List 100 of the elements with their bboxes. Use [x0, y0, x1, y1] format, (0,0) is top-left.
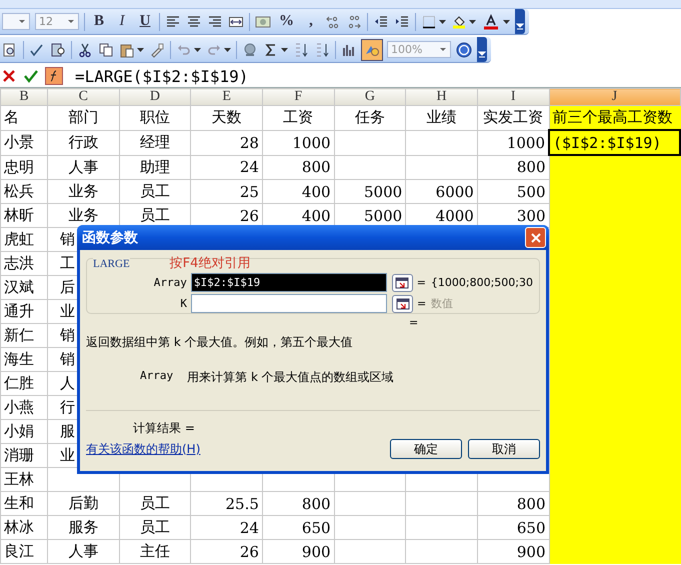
- table-cell: 员工: [140, 206, 170, 224]
- column-title: 工资: [283, 108, 314, 126]
- table-cell: 650: [516, 518, 546, 536]
- table-cell: 400: [302, 182, 331, 200]
- table-cell: 生和: [4, 494, 34, 512]
- table-cell: 人事: [68, 158, 98, 176]
- table-cell: 900: [516, 542, 546, 560]
- column-title: 业绩: [426, 108, 457, 126]
- table-cell: 服: [60, 422, 75, 440]
- table-cell: 销: [60, 326, 75, 344]
- argument-result: {1000;800;500;30: [430, 276, 534, 289]
- table-cell: 26: [240, 206, 259, 224]
- table-cell: 销: [60, 230, 75, 248]
- table-cell: 助理: [140, 158, 170, 176]
- function-result: =: [409, 316, 420, 330]
- table-cell: 林昕: [4, 206, 34, 224]
- format-button[interactable]: U: [136, 12, 154, 32]
- table-cell: 1000: [292, 134, 331, 152]
- argument-description: 用来计算第 k 个最大值点的数组或区域: [187, 369, 394, 386]
- table-cell: 志洪: [4, 254, 34, 272]
- table-cell: 后勤: [68, 494, 98, 512]
- column-header[interactable]: E: [190, 88, 262, 106]
- table-cell: 王林: [4, 470, 34, 488]
- table-cell: 28: [240, 134, 259, 152]
- annotation-text: 按F4绝对引用: [170, 255, 250, 272]
- column-header[interactable]: J: [549, 88, 680, 106]
- column-header[interactable]: B: [0, 88, 48, 106]
- table-cell: 1000: [506, 134, 545, 152]
- column-header[interactable]: I: [477, 88, 549, 106]
- column-header[interactable]: H: [406, 88, 478, 106]
- table-cell: 业务: [68, 206, 98, 224]
- format-button[interactable]: B: [90, 12, 108, 32]
- table-cell: 500: [516, 182, 546, 200]
- table-cell: 小娟: [4, 422, 34, 440]
- table-cell: 800: [302, 158, 331, 176]
- column-header[interactable]: C: [48, 88, 120, 106]
- column-title: 部门: [68, 108, 98, 126]
- table-cell[interactable]: 前三个最高工资数: [549, 106, 680, 130]
- column-header[interactable]: F: [262, 88, 334, 106]
- table-cell: 800: [302, 494, 331, 512]
- table-cell: 良江: [4, 542, 34, 560]
- table-cell: 4000: [436, 206, 474, 224]
- dialog-title: 函数参数: [82, 228, 138, 246]
- equals-sign: =: [416, 276, 426, 289]
- table-cell: 人: [60, 374, 75, 392]
- table-cell: 800: [516, 158, 546, 176]
- format-button[interactable]: I: [113, 12, 131, 32]
- table-cell: 300: [516, 206, 546, 224]
- table-cell: 400: [302, 206, 331, 224]
- table-cell: 海生: [4, 350, 34, 368]
- formula-text[interactable]: =LARGE($I$2:$I$19): [75, 66, 248, 86]
- table-cell: 650: [302, 518, 331, 536]
- column-header[interactable]: G: [334, 88, 406, 106]
- table-cell: 忠明: [4, 158, 34, 176]
- column-header[interactable]: D: [119, 88, 191, 106]
- table-cell: 销: [60, 350, 75, 368]
- table-cell: 消珊: [4, 446, 34, 464]
- table-cell: 员工: [140, 518, 170, 536]
- formula-result: 计算结果 =: [133, 420, 196, 437]
- table-cell: 24: [240, 518, 259, 536]
- table-cell: 新仁: [4, 326, 34, 344]
- table-cell: 业: [60, 446, 75, 464]
- table-cell: 25.5: [226, 494, 259, 512]
- table-cell: 松兵: [4, 182, 34, 200]
- table-cell: 业: [60, 302, 75, 320]
- column-title: 名: [4, 108, 19, 126]
- table-cell: 后: [60, 278, 75, 296]
- table-cell: 小燕: [4, 398, 34, 416]
- table-cell: 25: [240, 182, 259, 200]
- table-cell: 林冰: [4, 518, 34, 536]
- table-cell: 6000: [436, 182, 474, 200]
- equals-sign: =: [417, 297, 426, 310]
- argument-field[interactable]: $I$2:$I$19: [190, 273, 387, 292]
- table-cell: 26: [240, 542, 259, 560]
- table-cell: 人事: [68, 542, 98, 560]
- argument-label: K: [179, 297, 188, 310]
- table-cell: 24: [240, 158, 259, 176]
- table-cell: 经理: [140, 133, 170, 151]
- table-cell: 员工: [140, 182, 170, 200]
- table-cell: 虎虹: [4, 230, 34, 248]
- active-cell[interactable]: ($I$2:$I$19): [549, 130, 680, 155]
- table-cell: 工: [60, 254, 75, 272]
- argument-label: Array: [152, 276, 188, 289]
- dialog-button[interactable]: 取消: [468, 439, 540, 459]
- argument-name: Array: [140, 369, 174, 384]
- table-cell: 仁胜: [4, 374, 34, 392]
- format-button[interactable]: ,: [302, 12, 320, 32]
- table-cell: 通升: [4, 302, 34, 320]
- table-cell: 主任: [140, 542, 170, 560]
- table-cell: 5000: [364, 206, 402, 224]
- column-title: 实发工资: [483, 108, 544, 126]
- help-link[interactable]: 有关该函数的帮助(H): [86, 440, 200, 458]
- table-cell: 服务: [68, 518, 98, 536]
- format-button[interactable]: %: [276, 12, 297, 32]
- table-cell: 800: [516, 494, 546, 512]
- function-name: LARGE: [93, 258, 130, 270]
- dialog-button[interactable]: 确定: [390, 439, 462, 459]
- function-description: 返回数据组中第 k 个最大值。例如，第五个最大值: [86, 334, 354, 351]
- column-title: 天数: [212, 108, 242, 126]
- table-cell: 5000: [364, 182, 402, 200]
